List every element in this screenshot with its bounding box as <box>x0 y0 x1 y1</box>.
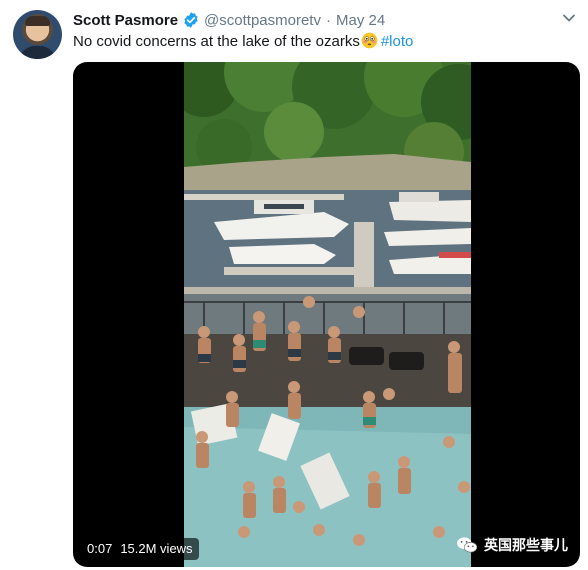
wechat-watermark: 英国那些事儿 <box>456 534 568 556</box>
avatar[interactable] <box>13 10 62 59</box>
separator-dot: · <box>325 11 331 29</box>
author-name[interactable]: Scott Pasmore <box>73 12 178 29</box>
video-time: 0:07 <box>87 541 113 556</box>
tweet-text: No covid concerns at the lake of the oza… <box>73 32 413 52</box>
wechat-icon <box>457 537 478 553</box>
video-player[interactable]: 0:07 15.2M views 英国那些事儿 <box>73 62 580 567</box>
avatar-shirt <box>19 46 56 59</box>
tweet: Scott Pasmore @scottpasmoretv · May 24 N… <box>0 0 588 570</box>
chevron-down-icon[interactable] <box>562 13 576 23</box>
tweet-body: No covid concerns at the lake of the oza… <box>73 33 360 50</box>
hashtag-link[interactable]: #loto <box>381 33 414 50</box>
avatar-hair <box>25 16 50 26</box>
author-handle[interactable]: @scottpasmoretv <box>204 12 321 29</box>
verified-badge-icon <box>182 11 200 29</box>
video-views: 15.2M views <box>120 541 193 556</box>
video-frame <box>184 62 471 567</box>
watermark-text: 英国那些事儿 <box>484 537 568 553</box>
tweet-date[interactable]: May 24 <box>336 12 385 29</box>
lake-party-scene <box>184 62 471 567</box>
video-time-badge: 0:07 15.2M views <box>81 538 199 560</box>
tweet-header: Scott Pasmore @scottpasmoretv · May 24 <box>73 10 385 30</box>
flushed-face-emoji-icon <box>361 32 378 49</box>
